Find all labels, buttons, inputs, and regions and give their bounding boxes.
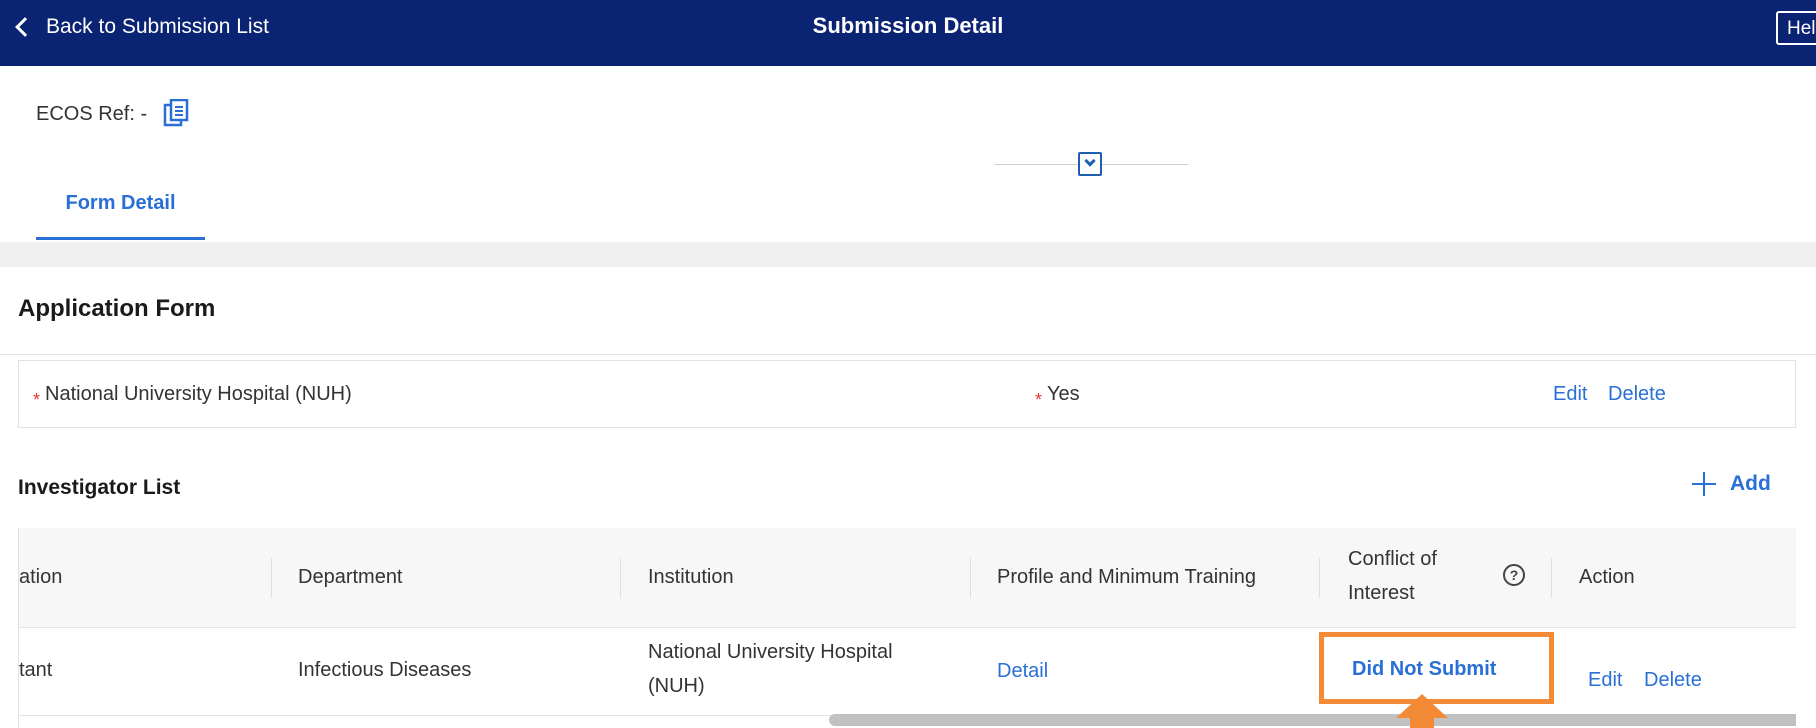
copy-icon[interactable]	[163, 98, 189, 129]
column-header-institution: Institution	[648, 566, 734, 588]
answer-field: * Yes	[1035, 383, 1080, 410]
profile-detail-link[interactable]: Detail	[997, 660, 1048, 683]
institution-name: National University Hospital (NUH)	[45, 383, 352, 405]
add-investigator-button[interactable]: Add	[1692, 472, 1771, 496]
column-separator	[1319, 558, 1320, 598]
answer-value: Yes	[1047, 383, 1080, 405]
horizontal-scrollbar[interactable]	[19, 714, 1796, 728]
expand-toggle-button[interactable]	[1078, 152, 1102, 176]
institution-field: * National University Hospital (NUH)	[33, 383, 352, 410]
question-circle-icon[interactable]: ?	[1503, 564, 1525, 586]
cell-designation: tant	[19, 659, 53, 681]
column-header-conflict-line1: Conflict of	[1348, 548, 1437, 570]
scrollbar-thumb[interactable]	[829, 714, 1796, 726]
required-mark: *	[33, 390, 41, 410]
chevron-down-icon	[1084, 155, 1096, 167]
row-edit-link[interactable]: Edit	[1588, 669, 1622, 692]
tab-form-detail-label: Form Detail	[65, 192, 176, 214]
top-navigation-bar: Back to Submission List Submission Detai…	[0, 0, 1816, 66]
column-header-action: Action	[1579, 566, 1635, 588]
cell-institution-line2: (NUH)	[648, 675, 705, 697]
column-separator	[1551, 558, 1552, 598]
tab-form-detail[interactable]: Form Detail	[36, 188, 205, 240]
active-tab-indicator	[36, 237, 205, 240]
table-header: ation Department Institution Profile and…	[19, 528, 1796, 628]
arrow-up-icon-stem	[1410, 716, 1434, 728]
institution-edit-link[interactable]: Edit	[1553, 383, 1587, 406]
column-header-department: Department	[298, 566, 403, 588]
arrow-up-icon	[1396, 694, 1448, 718]
required-mark: *	[1035, 390, 1043, 410]
column-header-profile: Profile and Minimum Training	[997, 566, 1256, 588]
investigator-list-title: Investigator List	[18, 476, 181, 499]
conflict-status-link[interactable]: Did Not Submit	[1352, 658, 1496, 681]
add-button-label: Add	[1730, 472, 1771, 495]
cell-institution-line1: National University Hospital	[648, 641, 893, 663]
column-separator	[970, 558, 971, 598]
section-title: Application Form	[18, 295, 216, 322]
page-title: Submission Detail	[812, 13, 1004, 38]
plus-icon	[1692, 472, 1716, 496]
section-divider-band	[0, 242, 1816, 267]
column-separator	[271, 558, 272, 598]
column-header-conflict-line2: Interest	[1348, 582, 1415, 604]
ecos-ref: ECOS Ref: -	[36, 98, 189, 129]
institution-delete-link[interactable]: Delete	[1608, 383, 1666, 406]
column-header-designation: ation	[19, 566, 63, 588]
help-button[interactable]: Hel	[1776, 11, 1816, 45]
section-separator	[0, 354, 1816, 355]
ecos-ref-label: ECOS Ref: -	[36, 102, 148, 125]
cell-department: Infectious Diseases	[298, 659, 472, 681]
column-separator	[620, 558, 621, 598]
institution-row: * National University Hospital (NUH) * Yes…	[18, 360, 1796, 428]
row-delete-link[interactable]: Delete	[1644, 669, 1702, 692]
investigator-table: ation Department Institution Profile and…	[18, 528, 1796, 728]
